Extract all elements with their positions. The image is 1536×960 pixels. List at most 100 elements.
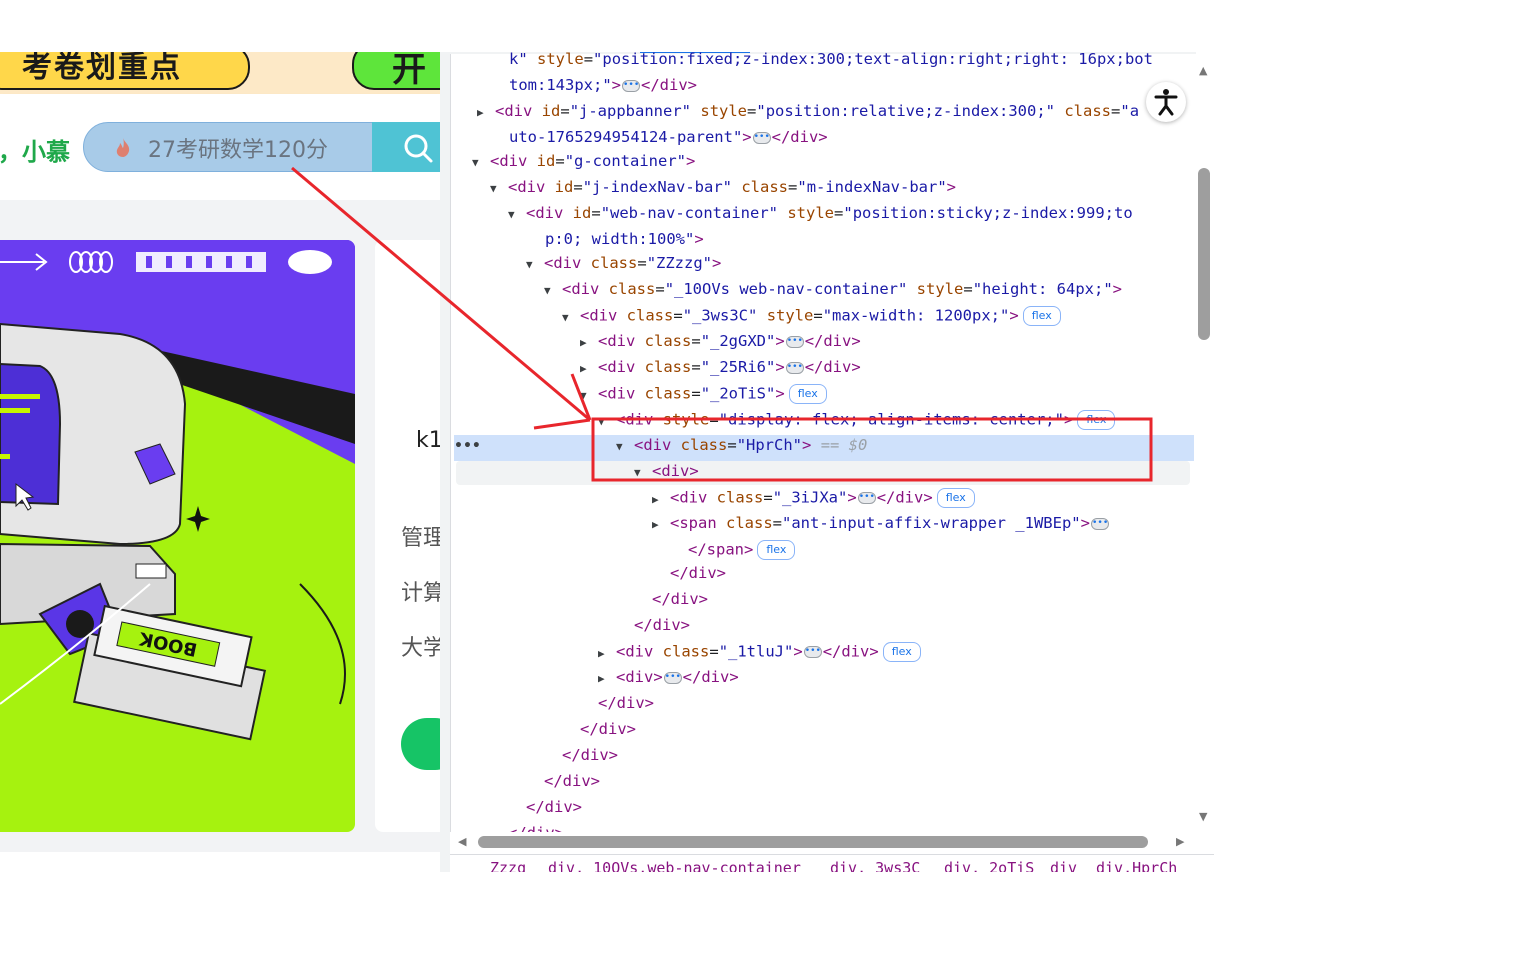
dom-node-line[interactable]: ▶ <div> ••• </div> — [598, 668, 739, 694]
horizontal-scroll-thumb[interactable] — [478, 836, 1148, 848]
dom-token — [691, 102, 700, 120]
expand-toggle-icon[interactable]: ▼ — [598, 415, 616, 428]
dom-node-line[interactable]: </div> — [544, 772, 600, 798]
breadcrumb-item[interactable]: div.HprCh — [1096, 859, 1177, 872]
dom-node-line[interactable]: ▶ <div class="_2gGXD"> ••• </div> — [580, 332, 861, 358]
dom-token: <div — [562, 280, 609, 298]
expand-toggle-icon[interactable]: ▼ — [526, 258, 544, 271]
flex-badge[interactable]: flex — [788, 384, 827, 404]
dom-node-line[interactable]: </div> — [652, 590, 708, 616]
dom-token: "position:relative;z-index:300;" — [756, 102, 1055, 120]
dom-node-line[interactable]: ▼ <div class="HprCh"> == $0 — [616, 436, 867, 462]
course-card[interactable]: BOOK — [0, 240, 355, 832]
expand-toggle-icon[interactable]: ▶ — [580, 362, 598, 375]
dom-token: "position:sticky;z-index:999;to — [843, 204, 1133, 222]
side-item[interactable]: 计算 — [401, 575, 440, 607]
dom-node-line[interactable]: ▶ <span class="ant-input-affix-wrapper _1… — [652, 514, 1110, 540]
dom-node-line[interactable]: k" style="position:fixed;z-index:300;tex… — [509, 52, 1153, 76]
dom-token: "j-appbanner" — [569, 102, 692, 120]
dom-node-line[interactable]: ▶ <div id="j-appbanner" style="position:r… — [477, 102, 1139, 128]
dom-token: </div> — [804, 358, 861, 376]
dom-token: "_2gGXD" — [700, 332, 776, 350]
expand-toggle-icon[interactable]: ▶ — [598, 647, 616, 660]
expand-toggle-icon[interactable]: ▼ — [472, 156, 490, 169]
dom-token: > — [847, 488, 857, 507]
dom-node-line[interactable]: uto-1765294954124-parent"> ••• </div> — [509, 128, 828, 154]
scroll-down-icon[interactable]: ▼ — [1199, 810, 1207, 823]
breadcrumb-item[interactable]: div._2oTiS — [944, 859, 1034, 872]
dom-token: <div — [526, 204, 573, 222]
dom-node-line[interactable]: tom:143px;"> ••• </div> — [509, 76, 697, 102]
dom-node-line[interactable]: ▼ <div id="web-nav-container" style="posi… — [508, 204, 1133, 230]
dom-node-line[interactable]: ▼ <div id="g-container"> — [472, 152, 695, 178]
dom-token: <div — [670, 488, 717, 507]
dom-node-line[interactable]: </span> flex — [688, 540, 796, 566]
scroll-left-icon[interactable]: ◀ — [458, 835, 466, 848]
expand-toggle-icon[interactable]: ▼ — [544, 284, 562, 297]
collapsed-children-icon[interactable]: ••• — [663, 671, 682, 684]
expand-toggle-icon[interactable]: ▶ — [652, 518, 670, 531]
expand-toggle-icon[interactable]: ▶ — [652, 493, 670, 506]
collapsed-children-icon[interactable]: ••• — [622, 79, 640, 92]
dom-node-line[interactable]: p:0; width:100%"> — [545, 230, 704, 256]
dom-node-line[interactable]: </div> — [670, 564, 726, 590]
dom-node-line[interactable]: </div> — [580, 720, 636, 746]
scroll-right-icon[interactable]: ▶ — [1176, 835, 1184, 848]
flex-badge[interactable]: flex — [1022, 306, 1061, 326]
dom-node-line[interactable]: </div> — [562, 746, 618, 772]
expand-toggle-icon[interactable]: ▼ — [634, 466, 652, 479]
dom-node-line[interactable]: ▼ <div class="ZZzzg"> — [526, 254, 721, 280]
dom-node-line[interactable]: </div> — [526, 798, 582, 824]
expand-toggle-icon[interactable]: ▼ — [580, 389, 598, 402]
dom-node-line[interactable]: ▶ <div class="_25Ri6"> ••• </div> — [580, 358, 861, 384]
collapsed-children-icon[interactable]: ••• — [785, 335, 804, 348]
dom-node-line[interactable]: </div> — [598, 694, 654, 720]
dom-token: = — [573, 178, 583, 196]
dom-node-line[interactable]: ▼ <div style="display: flex; align-items:… — [598, 410, 1116, 436]
breadcrumb-item[interactable]: div._3ws3C — [830, 859, 920, 872]
dom-node-line[interactable]: ▼ <div class="_10OVs web-nav-container" s… — [544, 280, 1122, 306]
side-item[interactable]: 大学 — [401, 630, 440, 662]
accessibility-button[interactable] — [1146, 82, 1186, 122]
dom-token: = — [813, 306, 823, 325]
dom-token: class — [626, 306, 674, 325]
dom-node-line[interactable]: ▶ <div class="_1tluJ"> ••• </div> flex — [598, 642, 921, 668]
collapsed-children-icon[interactable]: ••• — [857, 492, 876, 504]
expand-toggle-icon[interactable]: ▼ — [616, 440, 634, 453]
scroll-up-icon[interactable]: ▲ — [1199, 64, 1207, 77]
collapsed-children-icon[interactable]: ••• — [803, 646, 822, 658]
breadcrumb-item[interactable]: div — [1050, 859, 1077, 872]
expand-toggle-icon[interactable]: ▶ — [477, 106, 495, 119]
flex-badge[interactable]: flex — [1077, 410, 1116, 430]
collapsed-children-icon[interactable]: ••• — [1090, 517, 1109, 530]
vertical-scroll-thumb[interactable] — [1198, 168, 1210, 340]
breadcrumb-item[interactable]: Zzzg — [490, 859, 526, 872]
breadcrumb-item[interactable]: div._10OVs.web-nav-container — [548, 859, 801, 872]
expand-toggle-icon[interactable]: ▶ — [598, 672, 616, 685]
dom-node-line[interactable]: ▼ <div class="_2oTiS"> flex — [580, 384, 827, 410]
dom-token: <span — [670, 514, 726, 532]
collapsed-children-icon[interactable]: ••• — [752, 131, 771, 144]
expand-toggle-icon[interactable]: ▼ — [490, 182, 508, 195]
expand-toggle-icon[interactable]: ▼ — [508, 208, 526, 221]
flex-badge[interactable]: flex — [936, 488, 975, 508]
dom-token: = — [691, 358, 701, 376]
dom-token: "_1tluJ" — [718, 642, 794, 661]
dom-token: class — [608, 280, 656, 298]
side-item: k1 — [416, 428, 440, 453]
expand-toggle-icon[interactable]: ▼ — [562, 311, 580, 324]
collapsed-children-icon[interactable]: ••• — [785, 361, 804, 374]
expand-toggle-icon[interactable]: ▶ — [580, 336, 598, 349]
dom-node-line[interactable]: </div> — [634, 616, 690, 642]
dom-node-line[interactable]: ▼ <div id="j-indexNav-bar" class="m-index… — [490, 178, 956, 204]
dom-node-line[interactable]: ▶ <div class="_3iJXa"> ••• </div> flex — [652, 488, 975, 514]
dom-token: = — [1111, 102, 1121, 120]
dom-token: class — [590, 254, 638, 272]
side-item[interactable]: 管理 — [401, 520, 440, 552]
dom-node-line[interactable]: ▼ <div> — [634, 462, 699, 488]
flex-badge[interactable]: flex — [757, 540, 796, 560]
dom-node-line[interactable]: ▼ <div class="_3ws3C" style="max-width: 1… — [562, 306, 1061, 332]
dom-token: "g-container" — [564, 152, 687, 170]
flex-badge[interactable]: flex — [882, 642, 921, 662]
dom-node-line[interactable]: </div> — [508, 824, 564, 832]
